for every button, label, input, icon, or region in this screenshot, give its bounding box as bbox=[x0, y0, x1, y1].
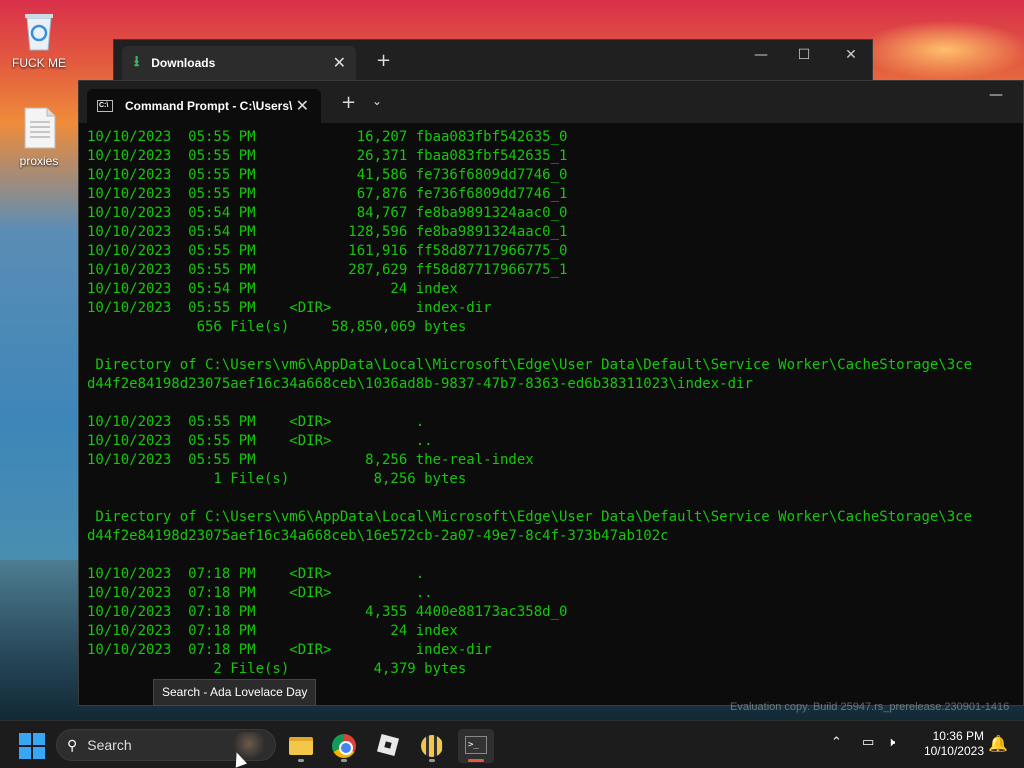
tab-downloads[interactable]: ⭳ Downloads ✕ bbox=[122, 46, 356, 80]
terminal-icon: >_ bbox=[465, 736, 487, 754]
terminal-line: 10/10/2023 05:55 PM 287,629 ff58d8771796… bbox=[87, 262, 568, 278]
download-icon: ⭳ bbox=[134, 52, 140, 70]
minimize-button[interactable]: — bbox=[989, 87, 1003, 103]
minimize-button[interactable]: — bbox=[738, 44, 784, 66]
terminal-line: 1 File(s) 8,256 bytes bbox=[87, 471, 467, 487]
windows-logo-icon bbox=[19, 733, 31, 745]
clock[interactable]: 10:36 PM 10/10/2023 bbox=[914, 729, 984, 759]
bee-icon bbox=[421, 735, 443, 757]
chevron-down-icon[interactable]: ⌄ bbox=[372, 94, 382, 108]
clock-time: 10:36 PM bbox=[932, 729, 984, 743]
search-tooltip: Search - Ada Lovelace Day bbox=[153, 679, 317, 706]
search-placeholder: Search bbox=[87, 737, 132, 753]
recycle-bin-icon bbox=[25, 14, 53, 51]
terminal-line: 10/10/2023 05:55 PM 26,371 fbaa083fbf542… bbox=[87, 148, 568, 164]
text-file-icon bbox=[24, 107, 56, 149]
downloads-window[interactable]: ⭳ Downloads ✕ + — ☐ ✕ bbox=[113, 39, 873, 84]
network-icon[interactable]: ▭ bbox=[862, 735, 874, 750]
terminal-line: 10/10/2023 05:55 PM <DIR> . bbox=[87, 414, 425, 430]
command-prompt-icon: C:\ bbox=[97, 100, 113, 112]
terminal-line: 10/10/2023 05:55 PM 161,916 ff58d8771796… bbox=[87, 243, 568, 259]
terminal-line: Directory of C:\Users\vm6\AppData\Local\… bbox=[87, 509, 973, 525]
wallpaper-sun bbox=[860, 20, 1024, 80]
terminal-line: 10/10/2023 07:18 PM <DIR> . bbox=[87, 566, 425, 582]
terminal-output[interactable]: 10/10/2023 05:55 PM 16,207 fbaa083fbf542… bbox=[87, 128, 1023, 704]
new-tab-button[interactable]: + bbox=[341, 92, 356, 113]
terminal-line: 10/10/2023 05:54 PM 24 index bbox=[87, 281, 458, 297]
terminal-line: 10/10/2023 07:18 PM <DIR> .. bbox=[87, 585, 433, 601]
terminal-window[interactable]: C:\ Command Prompt - C:\Users\ ✕ + ⌄ — 1… bbox=[78, 80, 1024, 706]
desktop-icon-recycle-bin[interactable]: FUCK ME bbox=[3, 8, 75, 70]
terminal-line: 10/10/2023 05:55 PM 41,586 fe736f6809dd7… bbox=[87, 167, 568, 183]
roblox-icon bbox=[376, 733, 400, 757]
evaluation-watermark: Evaluation copy. Build 25947.rs_prerelea… bbox=[730, 701, 1010, 713]
taskbar-app-roblox[interactable] bbox=[370, 729, 406, 763]
desktop-icon-label: proxies bbox=[19, 154, 59, 168]
close-tab-icon[interactable]: ✕ bbox=[333, 53, 346, 73]
tab-command-prompt[interactable]: C:\ Command Prompt - C:\Users\ ✕ bbox=[87, 89, 321, 123]
close-window-button[interactable]: ✕ bbox=[828, 44, 874, 66]
search-icon: ⚲ bbox=[67, 736, 78, 753]
terminal-line: Directory of C:\Users\vm6\AppData\Local\… bbox=[87, 357, 973, 373]
taskbar-app-bee[interactable] bbox=[414, 729, 450, 763]
close-tab-icon[interactable]: ✕ bbox=[296, 96, 309, 116]
terminal-titlebar[interactable]: C:\ Command Prompt - C:\Users\ ✕ + ⌄ — bbox=[79, 81, 1023, 123]
tab-title: Command Prompt - C:\Users\ bbox=[125, 99, 293, 113]
terminal-line: 10/10/2023 05:55 PM <DIR> index-dir bbox=[87, 300, 492, 316]
tab-title: Downloads bbox=[151, 56, 216, 70]
taskbar-app-chrome[interactable] bbox=[326, 729, 362, 763]
start-button[interactable] bbox=[19, 733, 45, 759]
terminal-line: 10/10/2023 05:55 PM 67,876 fe736f6809dd7… bbox=[87, 186, 568, 202]
maximize-button[interactable]: ☐ bbox=[781, 44, 827, 66]
folder-icon bbox=[289, 737, 313, 755]
terminal-line: 10/10/2023 05:54 PM 128,596 fe8ba9891324… bbox=[87, 224, 568, 240]
terminal-line: 10/10/2023 05:55 PM <DIR> .. bbox=[87, 433, 433, 449]
new-tab-button[interactable]: + bbox=[376, 50, 391, 71]
volume-muted-icon[interactable]: 🕨 bbox=[887, 735, 895, 750]
clock-date: 10/10/2023 bbox=[923, 744, 984, 758]
desktop-icon-proxies[interactable]: proxies bbox=[3, 106, 75, 168]
terminal-line: 10/10/2023 07:18 PM <DIR> index-dir bbox=[87, 642, 492, 658]
terminal-line: 2 File(s) 4,379 bytes bbox=[87, 661, 467, 677]
taskbar-app-file-explorer[interactable] bbox=[283, 729, 319, 763]
chrome-icon bbox=[332, 734, 356, 758]
terminal-line: d44f2e84198d23075aef16c34a668ceb\1036ad8… bbox=[87, 376, 753, 392]
terminal-line: 10/10/2023 05:55 PM 16,207 fbaa083fbf542… bbox=[87, 129, 568, 145]
taskbar: ⚲ Search >_ ⌃ ▭ 🕨 10:36 PM 10/10/2023 🔔 bbox=[0, 720, 1024, 768]
terminal-line: 10/10/2023 05:55 PM 8,256 the-real-index bbox=[87, 452, 534, 468]
taskbar-app-terminal[interactable]: >_ bbox=[458, 729, 494, 763]
chevron-up-icon[interactable]: ⌃ bbox=[831, 735, 842, 750]
terminal-line: d44f2e84198d23075aef16c34a668ceb\16e572c… bbox=[87, 528, 669, 544]
terminal-line: 10/10/2023 07:18 PM 24 index bbox=[87, 623, 458, 639]
notification-bell-icon[interactable]: 🔔 bbox=[988, 734, 1008, 753]
terminal-line: 656 File(s) 58,850,069 bytes bbox=[87, 319, 467, 335]
terminal-line: 10/10/2023 07:18 PM 4,355 4400e88173ac35… bbox=[87, 604, 568, 620]
desktop-icon-label: FUCK ME bbox=[12, 56, 66, 70]
terminal-line: 10/10/2023 05:54 PM 84,767 fe8ba9891324a… bbox=[87, 205, 568, 221]
